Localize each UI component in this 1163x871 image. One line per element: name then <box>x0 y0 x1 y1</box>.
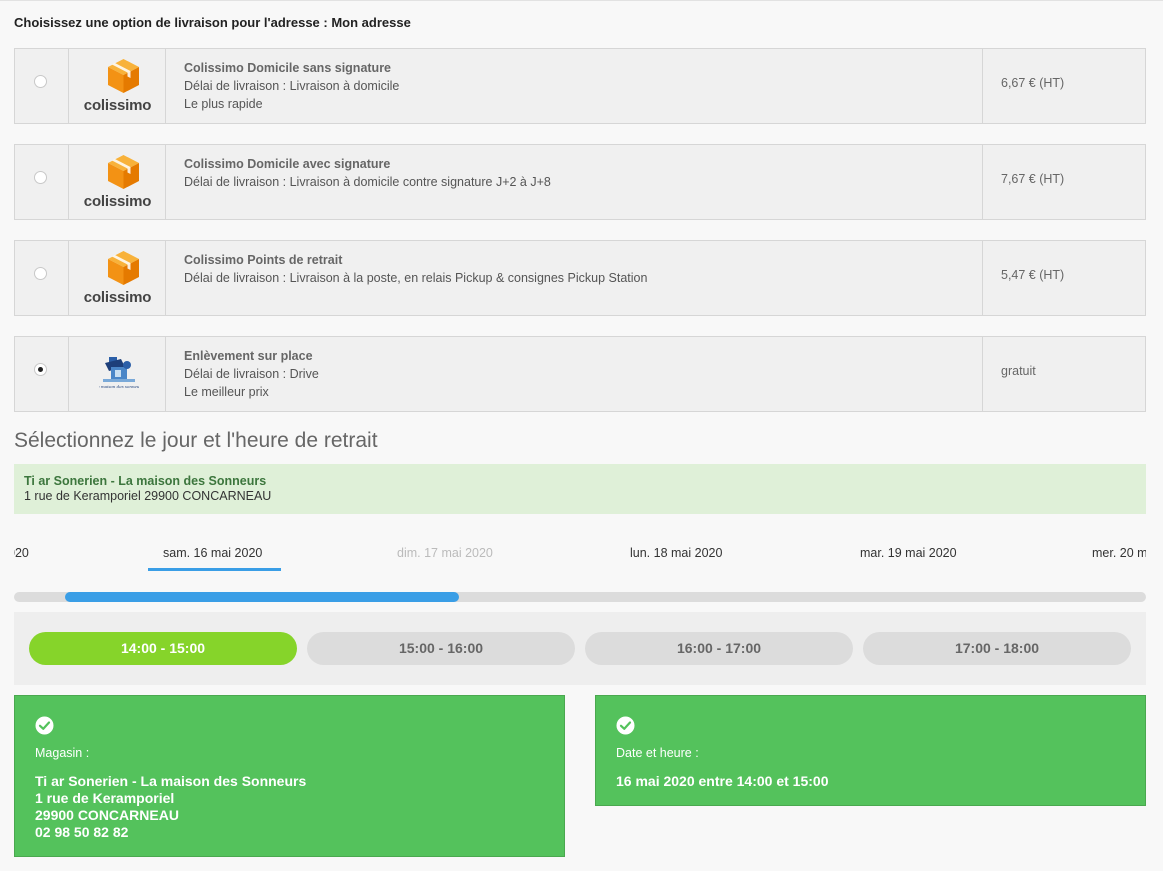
summary-datetime-card: Date et heure : 16 mai 2020 entre 14:00 … <box>595 695 1146 806</box>
delivery-option-domicile-sans-signature[interactable]: colissimo Colissimo Domicile sans signat… <box>14 48 1146 124</box>
selected-date-indicator <box>148 568 281 571</box>
option-radio-selected[interactable] <box>34 363 47 376</box>
carrier-logo: colissimo <box>69 145 166 219</box>
carrier-logo-text: colissimo <box>83 193 152 210</box>
delivery-option-points-retrait[interactable]: colissimo Colissimo Points de retrait Dé… <box>14 240 1146 316</box>
time-slot[interactable]: 17:00 - 18:00 <box>863 632 1131 665</box>
option-title: Colissimo Domicile avec signature <box>184 157 391 171</box>
summary-store-details: Ti ar Sonerien - La maison des Sonneurs … <box>35 773 544 841</box>
option-description: Colissimo Points de retrait Délai de liv… <box>166 241 983 315</box>
delivery-option-enlevement-sur-place[interactable]: La maison des sonneurs Enlèvement sur pl… <box>14 336 1146 412</box>
option-price: 5,47 € (HT) <box>1001 268 1065 282</box>
date-carousel: 020 sam. 16 mai 2020 dim. 17 mai 2020 lu… <box>14 541 1146 575</box>
option-radio[interactable] <box>34 171 47 184</box>
date-tab[interactable]: mer. 20 mai 2020 <box>1092 546 1146 560</box>
check-circle-icon <box>35 716 54 735</box>
carrier-logo: colissimo <box>69 241 166 315</box>
option-price: gratuit <box>1001 364 1036 378</box>
option-note: Le meilleur prix <box>184 385 269 399</box>
store-logo: La maison des sonneurs <box>69 337 166 411</box>
colissimo-cube-icon <box>108 251 139 285</box>
option-title: Enlèvement sur place <box>184 349 313 363</box>
option-radio[interactable] <box>34 75 47 88</box>
time-slot[interactable]: 16:00 - 17:00 <box>585 632 853 665</box>
summary-date-value: 16 mai 2020 entre 14:00 et 15:00 <box>616 773 829 789</box>
svg-text:La maison des sonneurs: La maison des sonneurs <box>99 384 139 389</box>
summary-store-name: Ti ar Sonerien - La maison des Sonneurs <box>35 773 307 789</box>
colissimo-cube-icon <box>108 59 139 93</box>
summary-date-label: Date et heure : <box>616 746 699 760</box>
summary-store-street: 1 rue de Keramporiel <box>35 790 175 806</box>
delivery-heading: Choisissez une option de livraison pour … <box>14 15 411 30</box>
carrier-logo: colissimo <box>69 49 166 123</box>
option-price: 7,67 € (HT) <box>1001 172 1065 186</box>
date-scrollbar-thumb[interactable] <box>65 592 459 602</box>
option-radio-cell <box>15 145 69 219</box>
date-scrollbar-track[interactable] <box>14 592 1146 602</box>
check-circle-icon <box>616 716 635 735</box>
option-price: 6,67 € (HT) <box>1001 76 1065 90</box>
option-radio-cell <box>15 241 69 315</box>
option-description: Colissimo Domicile sans signature Délai … <box>166 49 983 123</box>
option-radio-cell <box>15 49 69 123</box>
summary-store-city: 29900 CONCARNEAU <box>35 807 179 823</box>
date-tab[interactable]: lun. 18 mai 2020 <box>630 546 722 560</box>
store-logo-icon: La maison des sonneurs <box>99 357 139 389</box>
option-delay: Délai de livraison : Drive <box>184 367 319 381</box>
colissimo-cube-icon <box>108 155 139 189</box>
summary-store-card: Magasin : Ti ar Sonerien - La maison des… <box>14 695 565 857</box>
option-radio[interactable] <box>34 267 47 280</box>
date-tab-partial[interactable]: 020 <box>14 546 29 560</box>
date-tab-selected[interactable]: sam. 16 mai 2020 <box>163 546 262 560</box>
option-delay: Délai de livraison : Livraison à domicil… <box>184 79 400 93</box>
pickup-section-title: Sélectionnez le jour et l'heure de retra… <box>14 429 378 452</box>
option-title: Colissimo Points de retrait <box>184 253 343 267</box>
date-tab-disabled: dim. 17 mai 2020 <box>397 546 493 560</box>
summary-store-phone: 02 98 50 82 82 <box>35 824 129 840</box>
time-slot[interactable]: 15:00 - 16:00 <box>307 632 575 665</box>
option-delay: Délai de livraison : Livraison à la post… <box>184 271 648 285</box>
summary-store-label: Magasin : <box>35 746 90 760</box>
option-description: Enlèvement sur place Délai de livraison … <box>166 337 983 411</box>
option-delay: Délai de livraison : Livraison à domicil… <box>184 175 551 189</box>
option-radio-cell <box>15 337 69 411</box>
option-note: Le plus rapide <box>184 97 263 111</box>
store-address: 1 rue de Keramporiel 29900 CONCARNEAU <box>24 489 272 503</box>
date-tab[interactable]: mar. 19 mai 2020 <box>860 546 957 560</box>
store-name: Ti ar Sonerien - La maison des Sonneurs <box>24 474 267 488</box>
carrier-logo-text: colissimo <box>83 289 152 306</box>
option-description: Colissimo Domicile avec signature Délai … <box>166 145 983 219</box>
option-title: Colissimo Domicile sans signature <box>184 61 392 75</box>
store-info-box: Ti ar Sonerien - La maison des Sonneurs … <box>14 464 1146 514</box>
delivery-option-domicile-avec-signature[interactable]: colissimo Colissimo Domicile avec signat… <box>14 144 1146 220</box>
carrier-logo-text: colissimo <box>83 97 152 114</box>
time-slot-bar: 14:00 - 15:00 15:00 - 16:00 16:00 - 17:0… <box>14 612 1146 685</box>
time-slot-selected[interactable]: 14:00 - 15:00 <box>29 632 297 665</box>
